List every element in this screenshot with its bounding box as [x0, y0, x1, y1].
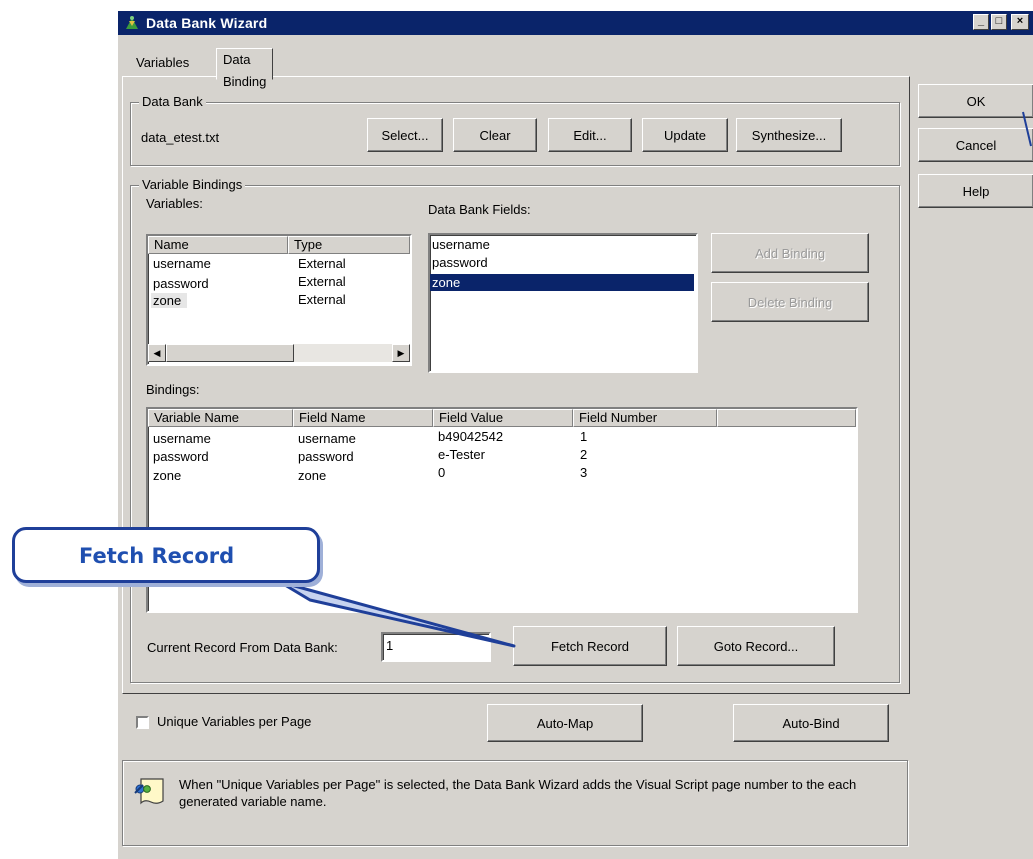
close-icon: ×	[1016, 15, 1024, 27]
title-bar[interactable]: Data Bank Wizard _ □ ×	[118, 11, 1033, 35]
add-binding-button[interactable]: Add Binding	[711, 233, 869, 273]
table-cell: 3	[580, 465, 588, 480]
wizard-app-icon	[126, 16, 138, 29]
table-cell: username	[298, 431, 356, 446]
delete-binding-button[interactable]: Delete Binding	[711, 282, 869, 322]
column-header-type[interactable]: Type	[288, 236, 410, 254]
horizontal-scrollbar[interactable]: ◀ ▶	[148, 344, 410, 362]
annotation-line-fragment	[1022, 111, 1032, 147]
variable-type: External	[298, 256, 346, 271]
variable-type: External	[298, 274, 346, 289]
ok-button[interactable]: OK	[918, 84, 1033, 118]
table-cell: 2	[580, 447, 588, 462]
table-cell: b49042542	[438, 429, 504, 444]
field-item[interactable]: username	[432, 237, 490, 253]
data-bank-fields-label: Data Bank Fields:	[428, 202, 531, 217]
callout-label: Fetch Record	[79, 544, 235, 568]
auto-map-button[interactable]: Auto-Map	[487, 704, 643, 742]
bindings-label: Bindings:	[146, 382, 200, 397]
goto-record-button[interactable]: Goto Record...	[677, 626, 835, 666]
synthesize-button[interactable]: Synthesize...	[736, 118, 842, 152]
clear-button[interactable]: Clear	[453, 118, 537, 152]
table-cell: e-Tester	[438, 447, 485, 462]
data-bank-group: Data Bank data_etest.txt Select... Clear…	[130, 94, 900, 166]
variable-name[interactable]: zone	[151, 293, 188, 308]
minimize-button[interactable]: _	[973, 14, 989, 30]
variables-list[interactable]: Name Type username External password Ext…	[146, 234, 412, 366]
tab-data-binding[interactable]: Data Binding	[216, 48, 274, 89]
info-notepad-icon	[134, 778, 164, 805]
tab-variables[interactable]: Variables	[130, 52, 195, 76]
variable-name[interactable]: password	[153, 276, 209, 291]
update-button[interactable]: Update	[642, 118, 728, 152]
variable-name[interactable]: username	[153, 256, 211, 271]
table-cell: password	[298, 449, 354, 464]
window-title: Data Bank Wizard	[146, 15, 268, 31]
close-button[interactable]: ×	[1011, 14, 1029, 30]
table-cell: 1	[580, 429, 588, 444]
variables-label: Variables:	[146, 196, 203, 211]
fetch-record-callout: Fetch Record	[12, 527, 320, 583]
table-cell[interactable]: password	[153, 449, 209, 464]
variable-bindings-legend: Variable Bindings	[139, 177, 246, 192]
column-header-variable-name[interactable]: Variable Name	[148, 409, 293, 427]
scroll-thumb[interactable]	[166, 344, 294, 362]
variable-type: External	[298, 292, 346, 307]
data-bank-fields-list[interactable]: username password zone	[428, 233, 698, 373]
unique-variables-checkbox[interactable]	[136, 716, 149, 729]
field-item[interactable]: password	[432, 255, 488, 271]
table-cell[interactable]: zone	[153, 468, 181, 483]
table-cell[interactable]: username	[153, 431, 211, 446]
column-header-empty	[717, 409, 856, 427]
maximize-icon: □	[995, 15, 1003, 27]
cancel-button[interactable]: Cancel	[918, 128, 1033, 162]
unique-variables-label[interactable]: Unique Variables per Page	[157, 714, 311, 729]
help-button[interactable]: Help	[918, 174, 1033, 208]
auto-bind-button[interactable]: Auto-Bind	[733, 704, 889, 742]
column-header-field-value[interactable]: Field Value	[433, 409, 573, 427]
scroll-right-icon[interactable]: ▶	[392, 344, 410, 362]
maximize-button[interactable]: □	[991, 14, 1007, 30]
edit-button[interactable]: Edit...	[548, 118, 632, 152]
column-header-name[interactable]: Name	[148, 236, 288, 254]
table-cell: zone	[298, 468, 327, 483]
column-header-field-name[interactable]: Field Name	[293, 409, 433, 427]
data-bank-file-name: data_etest.txt	[141, 130, 220, 145]
info-text: When "Unique Variables per Page" is sele…	[179, 777, 857, 809]
info-panel: When "Unique Variables per Page" is sele…	[122, 760, 908, 846]
minimize-icon: _	[977, 15, 985, 27]
column-header-field-number[interactable]: Field Number	[573, 409, 717, 427]
scroll-left-icon[interactable]: ◀	[148, 344, 166, 362]
select-button[interactable]: Select...	[367, 118, 443, 152]
data-bank-legend: Data Bank	[139, 94, 206, 109]
field-item-selected[interactable]: zone	[430, 274, 694, 291]
table-cell: 0	[438, 465, 446, 480]
